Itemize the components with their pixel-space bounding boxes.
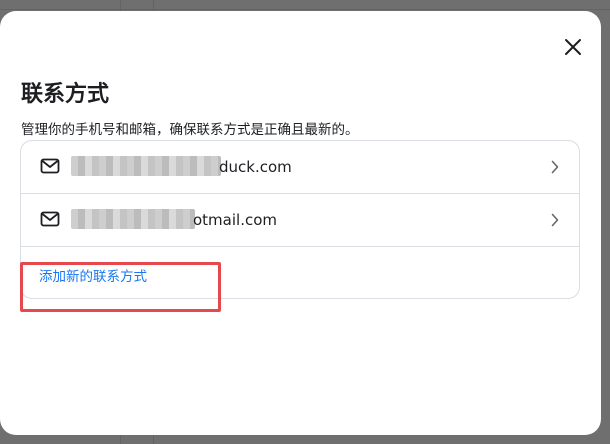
chevron-right-icon: [551, 160, 559, 174]
mail-icon: [40, 211, 60, 227]
contact-item-email-2[interactable]: otmail.com: [21, 194, 579, 247]
close-button[interactable]: [556, 30, 590, 64]
dialog-title: 联系方式: [21, 82, 110, 107]
dialog-subtitle: 管理你的手机号和邮箱，确保联系方式是正确且最新的。: [21, 122, 359, 138]
close-icon: [565, 39, 581, 55]
redacted-email-mask: [71, 156, 221, 176]
backdrop-divider: [0, 9, 610, 10]
contact-list: duck.com otmail.com 添加新的联系方式: [20, 140, 580, 299]
contact-info-dialog: 联系方式 管理你的手机号和邮箱，确保联系方式是正确且最新的。 duck.com …: [0, 11, 601, 435]
add-contact-link[interactable]: 添加新的联系方式: [39, 265, 147, 285]
mail-icon: [40, 158, 60, 174]
contact-email-text: otmail.com: [193, 211, 278, 229]
contact-email-text: duck.com: [219, 158, 292, 176]
chevron-right-icon: [551, 213, 559, 227]
contact-item-email-1[interactable]: duck.com: [21, 141, 579, 194]
redacted-email-mask: [71, 209, 195, 229]
